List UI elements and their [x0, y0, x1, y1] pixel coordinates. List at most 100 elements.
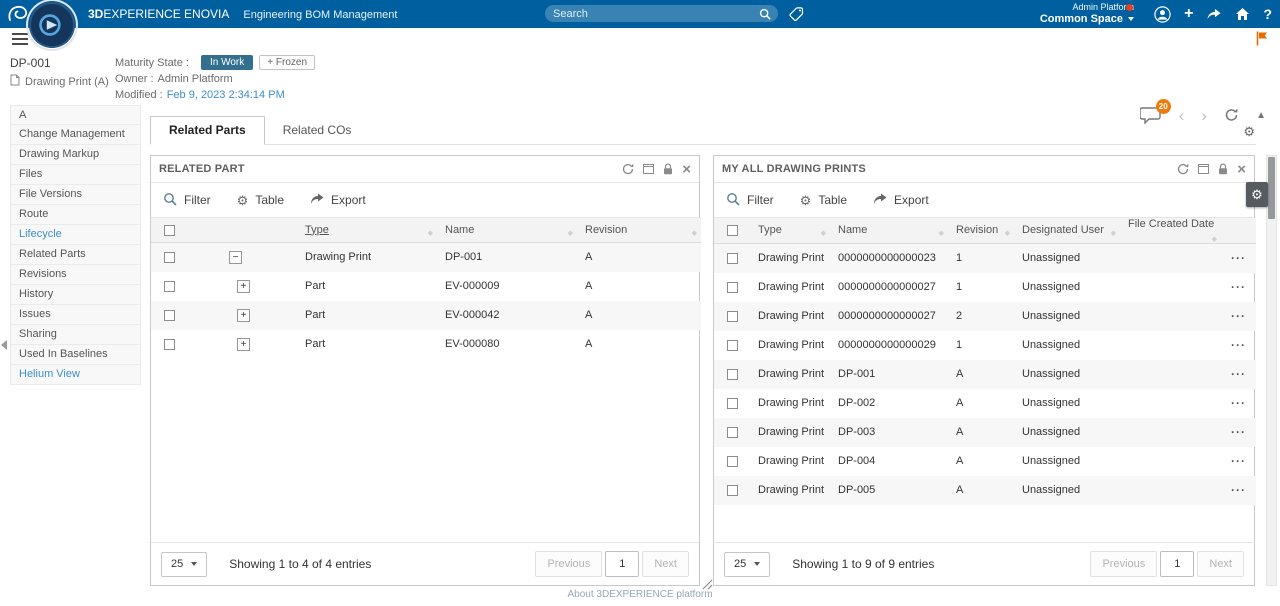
table-row[interactable]: Drawing Print 0000000000000029 1 Unassig… [714, 331, 1256, 360]
row-actions-icon[interactable]: ··· [1231, 396, 1246, 410]
table-row[interactable]: − Drawing Print DP-001 A [151, 243, 701, 272]
maturity-state-badge[interactable]: In Work [201, 55, 253, 70]
sidebar-item[interactable]: A [10, 105, 141, 125]
panel-refresh-icon[interactable] [622, 163, 634, 175]
panel-close-icon[interactable]: × [682, 162, 691, 177]
page-size-select[interactable]: 25 [161, 552, 207, 577]
panel-close-icon[interactable]: × [1237, 162, 1246, 177]
filter-button[interactable]: Filter [726, 192, 774, 209]
help-icon[interactable]: ? [1263, 7, 1272, 21]
sidebar-item[interactable]: Change Management [10, 125, 141, 145]
column-header-type[interactable]: Type◆ [297, 218, 437, 243]
column-header-revision[interactable]: Revision◆ [577, 218, 701, 243]
panel-window-icon[interactable] [1198, 164, 1209, 174]
sidebar-item[interactable]: Issues [10, 305, 141, 325]
search-icon[interactable] [759, 8, 771, 20]
table-row[interactable]: + Part EV-000009 A [151, 272, 701, 301]
row-actions-icon[interactable]: ··· [1231, 483, 1246, 497]
expander-toggle[interactable]: + [237, 338, 250, 351]
frozen-badge[interactable]: + Frozen [259, 55, 315, 70]
row-checkbox[interactable] [164, 252, 175, 263]
sidebar-item[interactable]: History [10, 285, 141, 305]
page-number-button[interactable]: 1 [605, 551, 639, 577]
app-logo[interactable] [28, 1, 76, 49]
row-actions-icon[interactable]: ··· [1231, 425, 1246, 439]
sidebar-item[interactable]: Sharing [10, 325, 141, 345]
table-row[interactable]: + Part EV-000080 A [151, 330, 701, 359]
select-all-checkbox[interactable] [164, 225, 175, 236]
table-row[interactable]: + Part EV-000042 A [151, 301, 701, 330]
sidebar-collapse-icon[interactable] [1, 340, 7, 350]
expander-toggle[interactable]: − [229, 251, 242, 264]
search-input[interactable] [545, 8, 759, 20]
collaborative-space-selector[interactable]: Common Space [1040, 13, 1134, 25]
table-row[interactable]: Drawing Print 0000000000000027 2 Unassig… [714, 302, 1256, 331]
sidebar-item[interactable]: Helium View [10, 365, 141, 385]
collapse-header-icon[interactable]: ▲ [1256, 110, 1266, 121]
sidebar-item[interactable]: Revisions [10, 265, 141, 285]
panel-lock-icon[interactable] [663, 163, 673, 175]
3ds-compass-logo-icon[interactable] [7, 4, 29, 29]
previous-page-button[interactable]: Previous [535, 551, 602, 577]
export-button[interactable]: Export [873, 193, 929, 208]
home-icon[interactable] [1235, 7, 1250, 21]
next-page-button[interactable]: Next [642, 551, 689, 577]
sidebar-item[interactable]: Lifecycle [10, 225, 141, 245]
page-settings-gear-icon[interactable]: ⚙ [1243, 125, 1255, 138]
about-platform-link[interactable]: About 3DEXPERIENCE platform [567, 589, 712, 600]
row-checkbox[interactable] [727, 311, 738, 322]
select-all-checkbox[interactable] [727, 225, 738, 236]
account-icon[interactable] [1154, 6, 1171, 23]
expander-toggle[interactable]: + [237, 309, 250, 322]
export-button[interactable]: Export [310, 193, 366, 208]
expander-toggle[interactable]: + [237, 280, 250, 293]
column-header-name[interactable]: Name◆ [830, 218, 948, 244]
row-checkbox[interactable] [727, 253, 738, 264]
sidebar-item[interactable]: File Versions [10, 185, 141, 205]
sidebar-item[interactable]: Used In Baselines [10, 345, 141, 365]
panel-lock-icon[interactable] [1218, 163, 1228, 175]
row-checkbox[interactable] [727, 427, 738, 438]
row-checkbox[interactable] [727, 398, 738, 409]
row-actions-icon[interactable]: ··· [1231, 251, 1246, 265]
row-actions-icon[interactable]: ··· [1231, 454, 1246, 468]
row-actions-icon[interactable]: ··· [1231, 367, 1246, 381]
filter-button[interactable]: Filter [163, 192, 211, 209]
tab-related-parts[interactable]: Related Parts [150, 116, 265, 145]
row-checkbox[interactable] [727, 282, 738, 293]
column-header-designated-user[interactable]: Designated User◆ [1014, 218, 1120, 244]
row-actions-icon[interactable]: ··· [1231, 309, 1246, 323]
sidebar-item[interactable]: Drawing Markup [10, 145, 141, 165]
row-actions-icon[interactable]: ··· [1231, 280, 1246, 294]
table-row[interactable]: Drawing Print DP-002 A Unassigned ··· [714, 389, 1256, 418]
row-checkbox[interactable] [727, 456, 738, 467]
previous-page-button[interactable]: Previous [1090, 551, 1157, 577]
tag-icon[interactable] [789, 6, 804, 21]
table-row[interactable]: Drawing Print DP-005 A Unassigned ··· [714, 476, 1256, 505]
sidebar-item[interactable]: Route [10, 205, 141, 225]
panel-refresh-icon[interactable] [1177, 163, 1189, 175]
row-actions-icon[interactable]: ··· [1231, 338, 1246, 352]
global-search[interactable] [545, 5, 778, 22]
widget-settings-button[interactable]: ⚙ [1246, 182, 1268, 207]
table-row[interactable]: Drawing Print 0000000000000027 1 Unassig… [714, 273, 1256, 302]
page-number-button[interactable]: 1 [1160, 551, 1194, 577]
sidebar-item[interactable]: Files [10, 165, 141, 185]
add-content-icon[interactable]: + [1184, 6, 1193, 22]
table-row[interactable]: Drawing Print DP-001 A Unassigned ··· [714, 360, 1256, 389]
vertical-scrollbar[interactable] [1266, 155, 1277, 586]
row-checkbox[interactable] [164, 310, 175, 321]
column-header-revision[interactable]: Revision◆ [948, 218, 1014, 244]
table-view-button[interactable]: ⚙ Table [237, 193, 284, 207]
table-row[interactable]: Drawing Print DP-003 A Unassigned ··· [714, 418, 1256, 447]
column-header-type[interactable]: Type◆ [750, 218, 830, 244]
row-checkbox[interactable] [164, 339, 175, 350]
select-all-header[interactable] [714, 218, 750, 244]
column-header-name[interactable]: Name◆ [437, 218, 577, 243]
row-checkbox[interactable] [727, 369, 738, 380]
menu-hamburger-icon[interactable] [12, 33, 28, 45]
table-row[interactable]: Drawing Print 0000000000000023 1 Unassig… [714, 244, 1256, 273]
table-view-button[interactable]: ⚙ Table [800, 193, 847, 207]
subscribe-flag-icon[interactable] [1256, 31, 1268, 51]
next-page-button[interactable]: Next [1197, 551, 1244, 577]
